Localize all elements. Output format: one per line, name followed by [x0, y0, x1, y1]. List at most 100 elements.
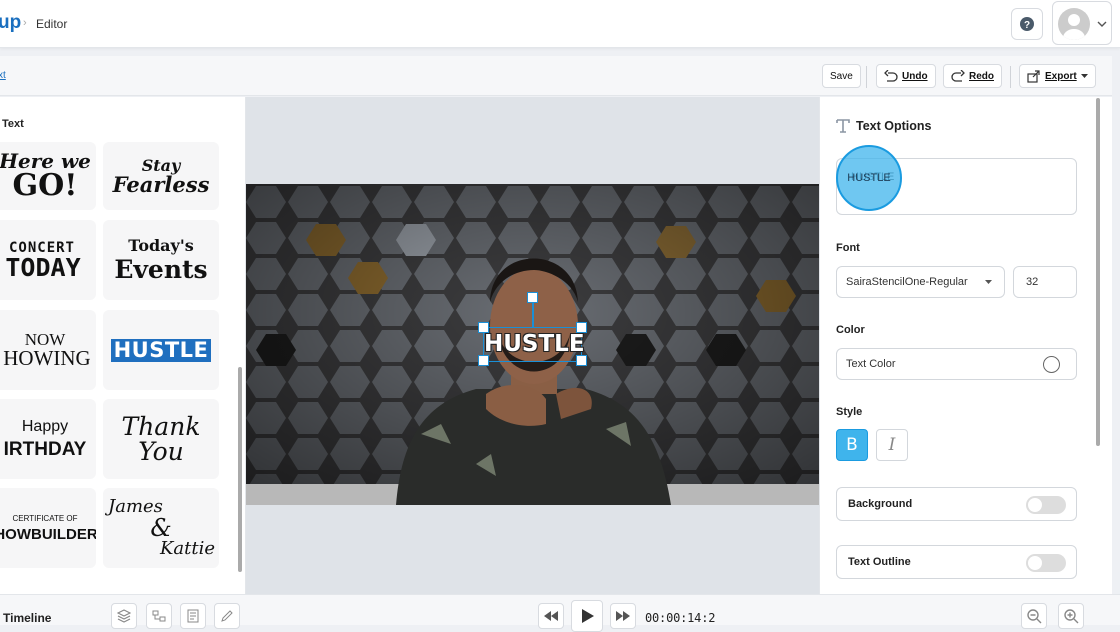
tile-line: HOWING	[3, 346, 91, 370]
template-thank-you[interactable]: Thank You	[103, 399, 219, 479]
tile-line: GO!	[12, 168, 78, 203]
text-icon	[836, 119, 850, 133]
text-outline-option: Text Outline	[836, 545, 1077, 579]
resize-handle-tr[interactable]	[576, 322, 587, 333]
user-menu-button[interactable]	[1052, 1, 1112, 45]
template-james-kattie[interactable]: James & Kattie	[103, 488, 219, 568]
play-icon	[582, 609, 594, 623]
timeline-bar: Timeline 00:00:14:2	[0, 594, 1120, 632]
split-icon	[152, 610, 166, 622]
text-color-label: Text Color	[846, 358, 896, 370]
layers-button[interactable]	[111, 603, 137, 629]
text-templates-panel: Text Here we GO! Stay Fearless CONCERT T…	[0, 97, 246, 594]
tab-text[interactable]: xt	[0, 70, 6, 81]
fast-forward-button[interactable]	[610, 603, 636, 629]
template-todays-events[interactable]: Today's Events	[103, 220, 219, 300]
click-indicator-text: HUSTLE	[847, 172, 891, 184]
overlay-text: HUSTLE	[484, 331, 585, 357]
text-outline-label: Text Outline	[848, 556, 911, 568]
save-button[interactable]: Save	[822, 64, 861, 88]
italic-button[interactable]: I	[876, 429, 908, 461]
export-icon	[1027, 69, 1040, 83]
tile-line: &	[150, 514, 172, 542]
tile-line: CERTIFICATE OF	[12, 513, 78, 523]
template-certificate[interactable]: CERTIFICATE OF HOWBUILDER	[0, 488, 96, 568]
template-concert-today[interactable]: CONCERT TODAY	[0, 220, 96, 300]
font-size-input[interactable]: 32	[1013, 266, 1077, 298]
divider	[1010, 66, 1011, 88]
resize-handle-tl[interactable]	[478, 322, 489, 333]
app-logo[interactable]: up	[0, 12, 21, 34]
panel-title: Text Options	[856, 119, 932, 133]
zoom-in-icon	[1064, 609, 1079, 624]
media-button[interactable]	[180, 603, 206, 629]
template-stay-fearless[interactable]: Stay Fearless	[103, 142, 219, 210]
click-indicator: HUSTLE	[836, 145, 902, 211]
selected-text-element[interactable]: HUSTLE	[483, 327, 585, 362]
tile-line: HOWBUILDER	[0, 525, 96, 543]
tile-line: Events	[114, 255, 208, 284]
text-color-picker[interactable]: Text Color	[836, 348, 1077, 380]
caret-down-icon	[1080, 73, 1088, 78]
avatar	[1058, 8, 1090, 40]
undo-button[interactable]: Undo	[876, 64, 936, 88]
bold-label: B	[846, 435, 858, 455]
right-panel-scrollbar[interactable]	[1096, 98, 1100, 446]
resize-handle-br[interactable]	[576, 355, 587, 366]
template-here-we-go[interactable]: Here we GO!	[0, 142, 96, 210]
timeline-label: Timeline	[3, 611, 52, 625]
tile-line: Thank	[121, 412, 201, 441]
fast-forward-icon	[616, 611, 630, 621]
font-size-value: 32	[1026, 276, 1039, 288]
undo-icon	[884, 70, 898, 82]
caret-down-icon	[985, 280, 992, 284]
rotate-handle-line	[532, 302, 534, 327]
help-button[interactable]: ?	[1011, 8, 1043, 40]
background-label: Background	[848, 498, 913, 510]
breadcrumb-editor: Editor	[36, 17, 68, 31]
divider	[866, 66, 867, 88]
help-icon: ?	[1020, 17, 1034, 31]
style-label: Style	[836, 406, 863, 418]
template-happy-birthday[interactable]: Happy IRTHDAY	[0, 399, 96, 479]
text-outline-toggle[interactable]	[1026, 554, 1066, 572]
tile-line: Kattie	[159, 538, 215, 559]
top-bar: up › Editor ?	[0, 0, 1120, 48]
redo-icon	[951, 70, 965, 82]
zoom-in-button[interactable]	[1058, 603, 1084, 629]
background-toggle[interactable]	[1026, 496, 1066, 514]
left-panel-scrollbar[interactable]	[238, 367, 242, 572]
resize-handle-bl[interactable]	[478, 355, 489, 366]
background-option: Background	[836, 487, 1077, 521]
zoom-out-button[interactable]	[1021, 603, 1047, 629]
template-now-showing[interactable]: NOW HOWING	[0, 310, 96, 390]
undo-label: Undo	[902, 70, 928, 82]
layers-icon	[117, 609, 131, 623]
export-label: Export	[1045, 70, 1077, 82]
font-family-select[interactable]: SairaStencilOne-Regular	[836, 266, 1005, 298]
rewind-button[interactable]	[538, 603, 564, 629]
font-label: Font	[836, 242, 860, 254]
rotate-handle[interactable]	[527, 292, 538, 303]
tile-line: You	[138, 437, 184, 466]
color-label: Color	[836, 324, 865, 336]
text-options-title: Text Options	[836, 119, 931, 133]
tile-line: TODAY	[5, 252, 81, 282]
edit-button[interactable]	[214, 603, 240, 629]
svg-text:?: ?	[1024, 20, 1030, 31]
redo-label: Redo	[969, 70, 994, 82]
chevron-down-icon	[1097, 21, 1107, 27]
media-icon	[187, 609, 199, 623]
play-button[interactable]	[571, 600, 603, 632]
bold-button[interactable]: B	[836, 429, 868, 461]
export-button[interactable]: Export	[1019, 64, 1096, 88]
redo-button[interactable]: Redo	[943, 64, 1002, 88]
tile-line: HUSTLE	[110, 338, 212, 362]
text-options-panel: Text Options HUSTLE HUSTLE Font SairaSte…	[819, 97, 1112, 594]
split-button[interactable]	[146, 603, 172, 629]
color-swatch[interactable]	[1043, 356, 1060, 373]
template-hustle[interactable]: HUSTLE	[103, 310, 219, 390]
rewind-icon	[544, 611, 558, 621]
tile-line: IRTHDAY	[3, 439, 87, 460]
tile-line: Fearless	[112, 171, 210, 197]
